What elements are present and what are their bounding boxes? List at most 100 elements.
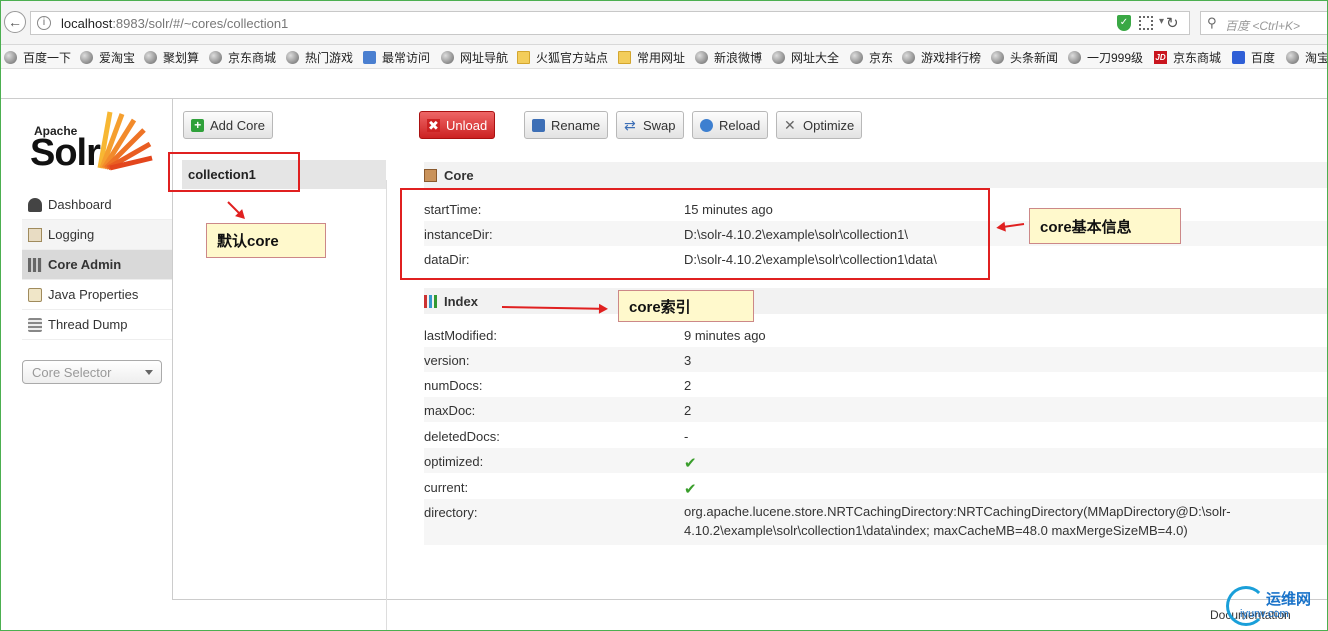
index-section-header: Index xyxy=(424,288,1328,314)
globe-icon xyxy=(695,51,708,64)
core-admin-icon xyxy=(28,257,42,272)
reload-icon xyxy=(700,118,713,132)
left-nav: Dashboard Logging Core Admin Java Proper… xyxy=(22,190,172,340)
core-section-header: Core xyxy=(424,162,1328,188)
row-key: current: xyxy=(424,480,469,495)
row-value: - xyxy=(684,429,689,444)
core-box-icon xyxy=(424,168,437,182)
nav-java-properties[interactable]: Java Properties xyxy=(22,280,172,310)
address-bar[interactable]: i localhost:8983/solr/#/~cores/collectio… xyxy=(30,11,1190,35)
swap-icon: ⇄ xyxy=(624,116,636,133)
row-key: maxDoc: xyxy=(424,403,476,418)
reload-button[interactable]: Reload xyxy=(692,111,769,139)
row-key: deletedDocs: xyxy=(424,429,500,444)
globe-icon xyxy=(80,51,93,64)
bookmark-item[interactable]: 百度一下 xyxy=(4,49,71,66)
row-value: org.apache.lucene.store.NRTCachingDirect… xyxy=(684,504,1231,538)
globe-icon xyxy=(441,51,454,64)
highlight-box-default-core xyxy=(168,152,300,192)
most-visited-icon xyxy=(363,51,376,64)
chevron-down-icon xyxy=(145,370,153,375)
info-icon[interactable]: i xyxy=(37,16,51,30)
close-icon: ✖ xyxy=(427,117,440,133)
jd-logo-icon: JD xyxy=(1154,51,1167,64)
qr-code-icon[interactable] xyxy=(1139,16,1153,30)
reload-page-icon[interactable]: ↻ xyxy=(1166,14,1179,32)
section-title: Index xyxy=(444,293,478,309)
bookmark-item[interactable]: 爱淘宝 xyxy=(80,49,135,66)
index-row: directory: org.apache.lucene.store.NRTCac… xyxy=(424,499,1328,545)
nav-logging[interactable]: Logging xyxy=(22,220,172,250)
watermark-domain: iyunv.com xyxy=(1240,608,1289,620)
bookmark-item[interactable]: 网址导航 xyxy=(441,49,508,66)
annotation-core-info: core基本信息 xyxy=(1029,208,1181,244)
search-placeholder: 百度 <Ctrl+K> xyxy=(1225,19,1301,33)
folder-icon xyxy=(517,51,530,64)
bookmark-item[interactable]: 热门游戏 xyxy=(286,49,353,66)
nav-core-admin[interactable]: Core Admin xyxy=(22,250,172,280)
search-icon: ⚲ xyxy=(1207,15,1217,30)
nav-label: Thread Dump xyxy=(48,317,128,332)
index-row: optimized: ✔ xyxy=(424,448,1328,473)
unload-button[interactable]: ✖ Unload xyxy=(419,111,496,139)
bookmark-item[interactable]: JD 京东商城 xyxy=(1154,49,1221,66)
solr-logo[interactable]: Apache Solr xyxy=(30,106,160,174)
index-row: current: ✔ xyxy=(424,474,1328,499)
bookmark-item[interactable]: 头条新闻 xyxy=(991,49,1058,66)
bookmark-item[interactable]: 京东 xyxy=(850,49,893,66)
row-key: version: xyxy=(424,353,470,368)
logo-solr-text: Solr xyxy=(30,132,101,174)
swap-label: Swap xyxy=(643,117,676,133)
bookmark-item[interactable]: 火狐官方站点 xyxy=(517,49,608,66)
bookmark-item[interactable]: 聚划算 xyxy=(144,49,199,66)
shield-icon[interactable]: ✓ xyxy=(1117,15,1131,31)
optimize-button[interactable]: ✕ Optimize xyxy=(776,111,863,139)
checkmark-icon: ✔ xyxy=(684,455,697,472)
bookmark-item[interactable]: 最常访问 xyxy=(363,49,430,66)
globe-icon xyxy=(209,51,222,64)
swap-button[interactable]: ⇄ Swap xyxy=(616,111,684,139)
baidu-paw-icon xyxy=(1232,51,1245,64)
bookmark-item[interactable]: 常用网址 xyxy=(618,49,685,66)
row-key: optimized: xyxy=(424,454,484,469)
browser-search-input[interactable]: ⚲ 百度 <Ctrl+K> xyxy=(1200,11,1328,35)
nav-label: Core Admin xyxy=(48,257,122,272)
bookmark-item[interactable]: 京东商城 xyxy=(209,49,276,66)
watermark-logo-icon xyxy=(1226,586,1266,626)
bookmark-item[interactable]: 新浪微博 xyxy=(695,49,762,66)
chevron-down-icon[interactable]: ▾ xyxy=(1159,16,1164,27)
bookmark-item[interactable]: 百度 xyxy=(1232,49,1275,66)
globe-icon xyxy=(902,51,915,64)
dashboard-icon xyxy=(28,197,42,212)
row-key: numDocs: xyxy=(424,378,483,393)
core-selector[interactable]: Core Selector xyxy=(22,360,162,384)
optimize-label: Optimize xyxy=(803,117,855,133)
globe-icon xyxy=(850,51,863,64)
globe-icon xyxy=(144,51,157,64)
bookmarks-bar: 百度一下 爱淘宝 聚划算 京东商城 热门游戏 最常访问 网址导航 火狐官方站点 … xyxy=(0,45,1328,69)
back-arrow-icon[interactable]: ← xyxy=(4,11,26,33)
bookmark-item[interactable]: 网址大全 xyxy=(772,49,839,66)
folder-icon xyxy=(618,51,631,64)
java-icon xyxy=(28,287,42,302)
logging-icon xyxy=(28,227,42,242)
bookmark-item[interactable]: 一刀999级 xyxy=(1068,49,1143,66)
nav-thread-dump[interactable]: Thread Dump xyxy=(22,310,172,340)
add-core-button[interactable]: + Add Core xyxy=(183,111,273,139)
bar-chart-icon xyxy=(424,294,437,308)
globe-icon xyxy=(4,51,17,64)
globe-icon xyxy=(1068,51,1081,64)
globe-icon xyxy=(772,51,785,64)
globe-icon xyxy=(991,51,1004,64)
index-row: maxDoc: 2 xyxy=(424,397,1328,422)
nav-label: Logging xyxy=(48,227,95,242)
nav-dashboard[interactable]: Dashboard xyxy=(22,190,172,220)
bookmark-item[interactable]: 游戏排行榜 xyxy=(902,49,981,66)
rename-button[interactable]: Rename xyxy=(524,111,609,139)
globe-icon xyxy=(286,51,299,64)
row-value: 2 xyxy=(684,403,692,418)
bookmark-item[interactable]: 淘宝 xyxy=(1286,49,1328,66)
section-title: Core xyxy=(444,167,474,183)
globe-icon xyxy=(1286,51,1299,64)
unload-label: Unload xyxy=(446,117,488,133)
